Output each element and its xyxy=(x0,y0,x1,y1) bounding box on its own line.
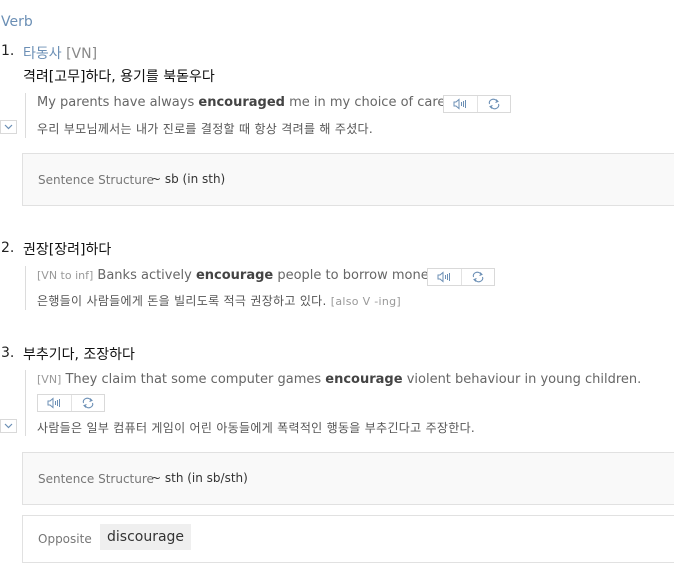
sentence-structure-box: Sentence Structure ~ sth (in sb/sth) xyxy=(22,452,674,505)
expand-toggle[interactable] xyxy=(0,120,17,134)
play-audio-button[interactable] xyxy=(38,395,71,411)
repeat-audio-button[interactable] xyxy=(460,269,495,285)
expand-toggle[interactable] xyxy=(0,419,17,433)
sense-code: [VN] xyxy=(66,46,98,62)
sentence-structure-value: ~ sth (in sb/sth) xyxy=(151,471,248,485)
sense-definition: 격려[고무]하다, 용기를 북돋우다 xyxy=(23,69,215,85)
sense-number: 3. xyxy=(1,345,15,361)
example-sentence-ko: 사람들은 일부 컴퓨터 게임이 어린 아동들에게 폭력적인 행동을 부추긴다고 … xyxy=(37,421,476,435)
example-audio-controls xyxy=(37,394,105,412)
sense-number: 2. xyxy=(1,240,15,256)
opposite-word-link[interactable]: discourage xyxy=(100,524,192,550)
repeat-audio-button[interactable] xyxy=(70,395,105,411)
opposite-label: Opposite xyxy=(38,532,92,546)
sentence-structure-label: Sentence Structure xyxy=(38,472,154,486)
chevron-down-icon xyxy=(4,423,13,429)
repeat-icon xyxy=(472,271,484,283)
sense-definition: 부추기다, 조장하다 xyxy=(23,347,135,363)
sentence-structure-box: Sentence Structure ~ sb (in sth) xyxy=(22,153,674,206)
example-divider xyxy=(25,370,26,436)
repeat-icon xyxy=(82,397,94,409)
play-audio-button[interactable] xyxy=(428,269,461,285)
example-audio-controls xyxy=(427,268,495,286)
sense-type-link[interactable]: 타동사 xyxy=(23,46,62,62)
opposite-box: Opposite discourage xyxy=(22,515,674,563)
chevron-down-icon xyxy=(4,124,13,130)
play-audio-button[interactable] xyxy=(444,96,477,112)
repeat-icon xyxy=(488,98,500,110)
example-sentence-en: My parents have always encouraged me in … xyxy=(37,95,462,110)
example-sentence-ko: 은행들이 사람들에게 돈을 빌리도록 적극 권장하고 있다. [also V -… xyxy=(37,294,401,308)
sense-number: 1. xyxy=(1,43,15,59)
sentence-structure-value: ~ sb (in sth) xyxy=(151,172,226,186)
speaker-icon xyxy=(453,98,467,110)
sense-grammar: 타동사 [VN] xyxy=(23,43,97,63)
example-audio-controls xyxy=(443,95,511,113)
example-sentence-en: [VN] They claim that some computer games… xyxy=(37,372,642,387)
example-sentence-en: [VN to inf] Banks actively encourage peo… xyxy=(37,268,439,283)
example-divider xyxy=(25,266,26,310)
example-sentence-ko: 우리 부모님께서는 내가 진로를 결정할 때 항상 격려를 해 주셨다. xyxy=(37,122,373,136)
sentence-structure-label: Sentence Structure xyxy=(38,173,154,187)
speaker-icon xyxy=(437,271,451,283)
sense-definition: 권장[장려]하다 xyxy=(23,242,112,258)
repeat-audio-button[interactable] xyxy=(476,96,511,112)
example-divider xyxy=(25,93,26,138)
speaker-icon xyxy=(47,397,61,409)
part-of-speech-label: Verb xyxy=(1,14,33,30)
